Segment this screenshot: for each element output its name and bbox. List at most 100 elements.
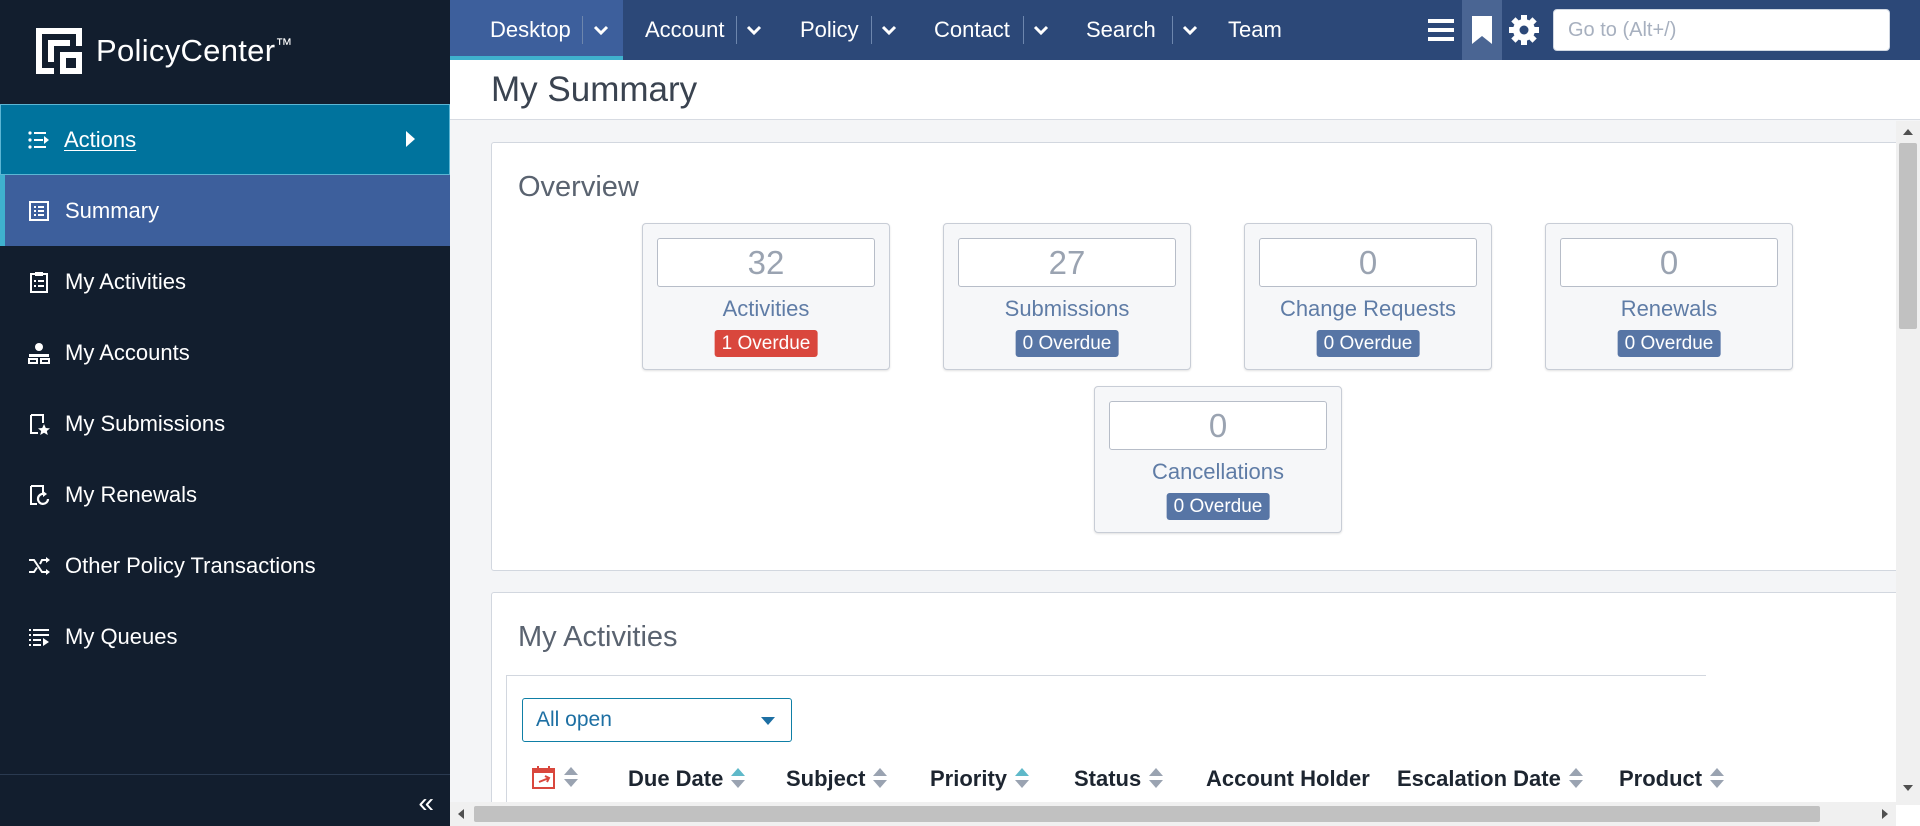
stat-card-change-requests[interactable]: 0 Change Requests 0 Overdue (1244, 223, 1492, 370)
gear-icon[interactable] (1509, 15, 1539, 45)
stat-card-submissions[interactable]: 27 Submissions 0 Overdue (943, 223, 1191, 370)
stat-card-cancellations[interactable]: 0 Cancellations 0 Overdue (1094, 386, 1342, 533)
clipboard-icon (27, 270, 51, 294)
sort-icon[interactable] (1015, 768, 1030, 790)
sidebar-item-my-submissions[interactable]: My Submissions (0, 388, 450, 459)
overview-panel: Overview 32 Activities 1 Overdue 27 Subm… (491, 142, 1920, 571)
stat-value: 0 (1109, 401, 1327, 450)
scroll-down-arrow-icon[interactable] (1903, 785, 1913, 791)
sidebar-item-my-activities[interactable]: My Activities (0, 246, 450, 317)
submissions-icon (27, 412, 51, 436)
goto-placeholder: Go to (Alt+/) (1568, 18, 1677, 41)
column-product[interactable]: Product (1619, 766, 1725, 792)
hamburger-menu-icon[interactable] (1428, 18, 1454, 42)
overdue-badge[interactable]: 0 Overdue (1316, 330, 1420, 357)
sidebar-item-other-policy-transactions[interactable]: Other Policy Transactions (0, 530, 450, 601)
calendar-escalated-icon (532, 766, 555, 789)
column-label: Due Date (628, 766, 724, 791)
renewals-icon (27, 483, 51, 507)
queue-list-icon (27, 625, 51, 649)
sort-icon[interactable] (564, 767, 578, 789)
stat-label: Cancellations (1151, 459, 1285, 484)
overdue-badge[interactable]: 0 Overdue (1166, 493, 1270, 520)
scroll-thumb[interactable] (1899, 143, 1917, 329)
scroll-up-arrow-icon[interactable] (1903, 129, 1913, 135)
chevron-down-icon[interactable] (881, 22, 897, 38)
actions-menu-button[interactable]: Actions (0, 104, 450, 175)
activity-filter-select[interactable]: All open (522, 698, 792, 742)
scroll-left-arrow-icon[interactable] (458, 809, 464, 819)
horizontal-scrollbar[interactable] (450, 802, 1896, 826)
column-flag[interactable] (532, 766, 578, 790)
app-logo[interactable]: PolicyCenter™ (36, 28, 293, 74)
sidebar-collapse-bar: « (0, 774, 450, 826)
sort-icon[interactable] (1568, 768, 1583, 790)
scroll-right-arrow-icon[interactable] (1882, 809, 1888, 819)
column-label: Status (1074, 766, 1142, 791)
top-utility-icons (1428, 0, 1539, 60)
chevron-down-icon[interactable] (746, 22, 762, 38)
tab-label: Policy (800, 17, 859, 42)
tab-team[interactable]: Team (1228, 0, 1308, 60)
activity-filter-value: All open (536, 708, 612, 731)
collapse-sidebar-icon[interactable]: « (418, 787, 434, 819)
sidebar-item-label: My Activities (65, 268, 187, 294)
shuffle-icon (27, 554, 51, 578)
my-activities-panel: My Activities All open Due Date Subject … (491, 592, 1920, 826)
actions-list-icon (28, 130, 49, 149)
column-priority[interactable]: Priority (930, 766, 1030, 792)
bookmark-button[interactable] (1462, 0, 1502, 60)
overdue-badge[interactable]: 0 Overdue (1617, 330, 1721, 357)
column-account-holder[interactable]: Account Holder (1206, 766, 1370, 792)
dropdown-arrow-icon (761, 717, 775, 725)
column-label: Subject (786, 766, 866, 791)
tab-label: Team (1228, 17, 1282, 42)
stat-card-activities[interactable]: 32 Activities 1 Overdue (642, 223, 890, 370)
policycenter-logo-icon (36, 28, 82, 74)
goto-search-input[interactable]: Go to (Alt+/) (1553, 9, 1890, 51)
sort-icon[interactable] (1710, 768, 1725, 790)
overdue-badge[interactable]: 0 Overdue (1015, 330, 1119, 357)
tab-contact[interactable]: Contact (934, 0, 1034, 60)
column-due-date[interactable]: Due Date (628, 766, 746, 792)
stat-value: 0 (1560, 238, 1778, 287)
chevron-down-icon[interactable] (593, 22, 609, 38)
stat-label: Activities (722, 296, 810, 321)
sidebar-item-label: Summary (65, 197, 160, 223)
tab-label: Contact (934, 17, 1010, 42)
stat-label: Submissions (1004, 296, 1130, 321)
stat-label: Renewals (1620, 296, 1718, 321)
tab-desktop[interactable]: Desktop (450, 0, 623, 60)
sidebar-item-label: My Accounts (65, 339, 190, 365)
column-status[interactable]: Status (1074, 766, 1164, 792)
actions-label: Actions (64, 126, 137, 152)
tab-search[interactable]: Search (1086, 0, 1176, 60)
sidebar-item-summary[interactable]: Summary (0, 175, 450, 246)
stat-value: 32 (657, 238, 875, 287)
tab-policy[interactable]: Policy (800, 0, 880, 60)
vertical-scrollbar[interactable] (1896, 121, 1920, 805)
chevron-down-icon[interactable] (1033, 22, 1049, 38)
sidebar-item-my-accounts[interactable]: My Accounts (0, 317, 450, 388)
column-label: Product (1619, 766, 1703, 791)
overdue-badge[interactable]: 1 Overdue (714, 330, 818, 357)
column-subject[interactable]: Subject (786, 766, 888, 792)
sidebar-item-label: My Submissions (65, 410, 226, 436)
scroll-thumb[interactable] (474, 806, 1820, 822)
overview-title: Overview (518, 171, 639, 203)
stat-value: 0 (1259, 238, 1477, 287)
summary-icon (27, 199, 51, 223)
stat-card-renewals[interactable]: 0 Renewals 0 Overdue (1545, 223, 1793, 370)
top-navigation: Desktop Account Policy Contact Search Te… (450, 0, 1920, 60)
sidebar-item-my-renewals[interactable]: My Renewals (0, 459, 450, 530)
bookmark-icon (1472, 16, 1492, 44)
my-activities-title: My Activities (518, 621, 678, 653)
sort-icon[interactable] (1149, 768, 1164, 790)
sort-icon[interactable] (873, 768, 888, 790)
sort-icon[interactable] (731, 768, 746, 790)
stat-label: Change Requests (1279, 296, 1457, 321)
column-escalation-date[interactable]: Escalation Date (1397, 766, 1583, 792)
chevron-down-icon[interactable] (1182, 22, 1198, 38)
tab-account[interactable]: Account (645, 0, 755, 60)
sidebar-item-my-queues[interactable]: My Queues (0, 601, 450, 672)
